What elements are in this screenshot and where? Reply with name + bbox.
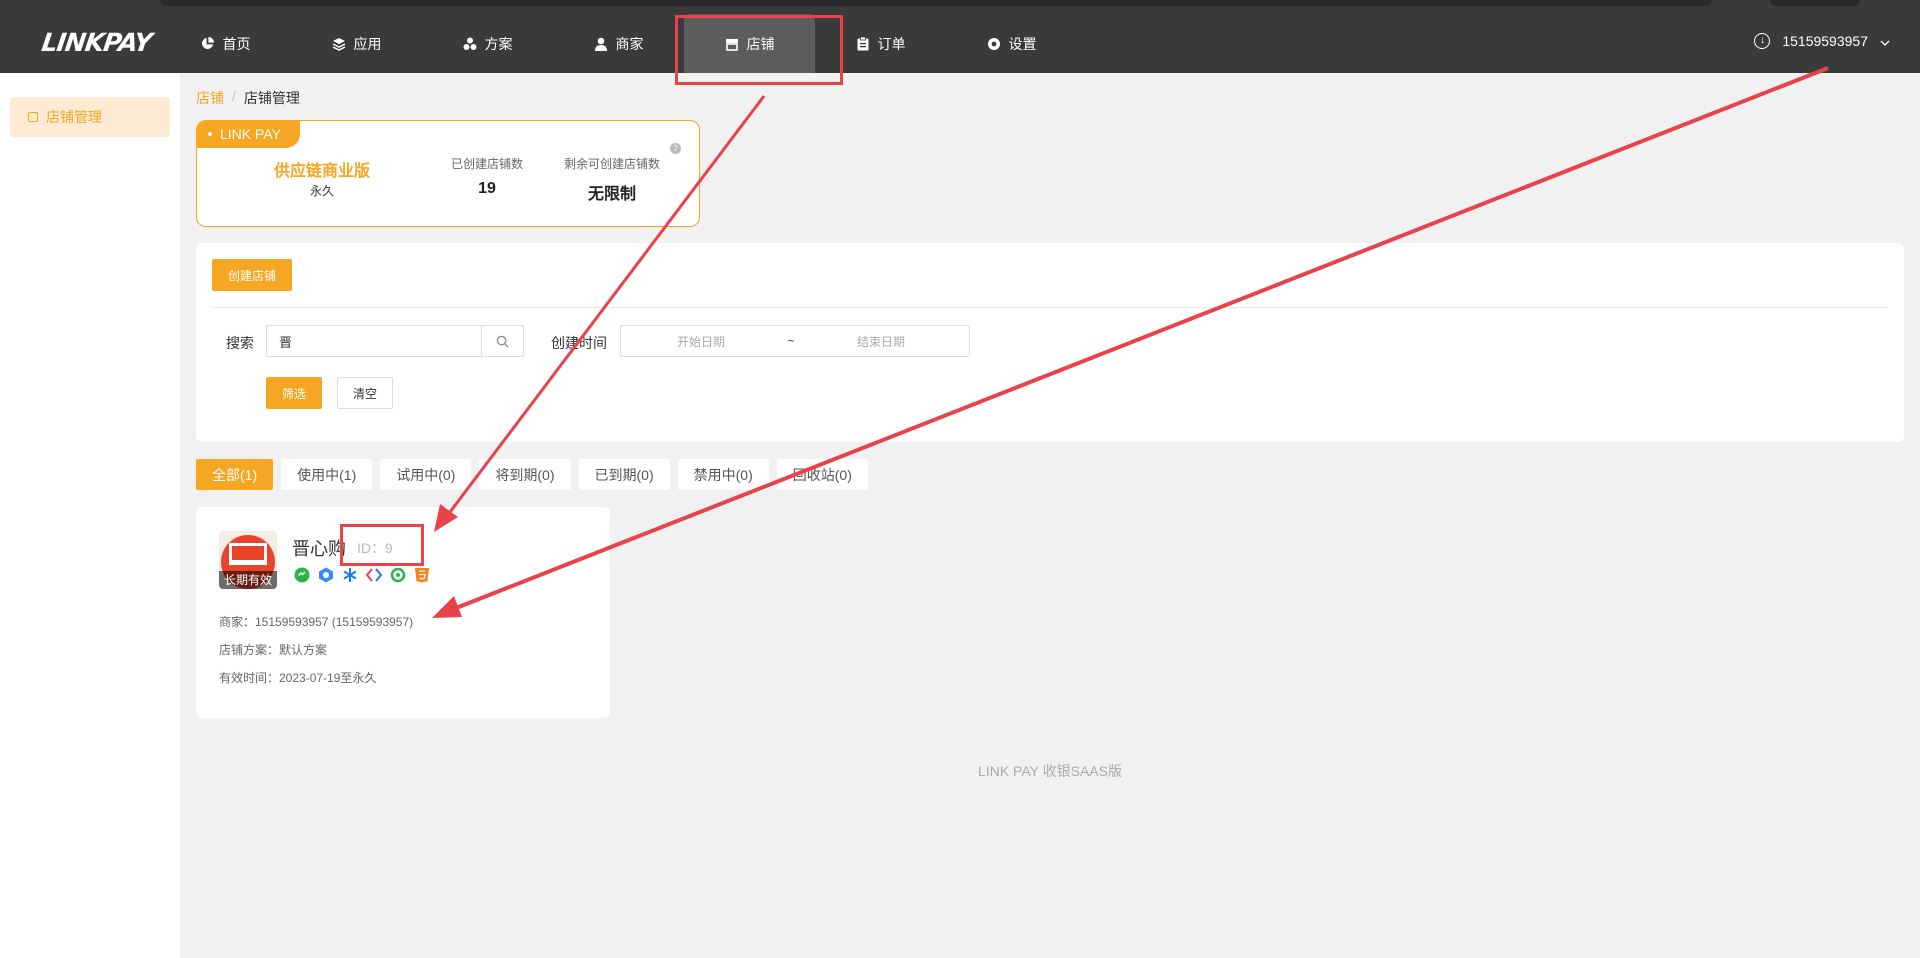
range-separator: ~ [787,334,795,348]
store-logo-glyph [229,543,267,565]
pie-chart-icon [201,37,215,51]
stat-remaining: 剩余可创建店铺数 无限制 [557,155,667,204]
license-badge-text: LINK PAY [220,126,281,142]
nav-item-plans[interactable]: 方案 [422,14,553,73]
license-badge: LINK PAY [197,121,300,148]
license-edition: 供应链商业版 [273,163,370,180]
user-icon [594,37,608,51]
tab-expired[interactable]: 已到期(0) [578,459,670,490]
filter-button[interactable]: 筛选 [266,377,322,409]
bullet-dot-icon [208,132,212,136]
help-icon[interactable]: ? [670,143,681,154]
nav-label: 设置 [1008,35,1037,52]
nodes-icon [463,37,477,51]
sidebar-item-label: 店铺管理 [46,109,102,125]
main-nav: 首页 应用 方案 商家 店铺 订单 设置 [160,14,1077,73]
browser-address-strip [160,0,1712,6]
breadcrumb-separator: / [232,88,236,104]
chevron-down-icon[interactable] [1880,33,1890,49]
nav-label: 订单 [877,35,906,52]
nav-item-apps[interactable]: 应用 [291,14,422,73]
status-tabs: 全部(1) 使用中(1) 试用中(0) 将到期(0) 已到期(0) 禁用中(0)… [196,459,868,490]
store-merchant: 商家：15159593957 (15159593957) [219,615,414,629]
store-name[interactable]: 晋心购 [292,535,346,561]
tab-expiring[interactable]: 将到期(0) [479,459,571,490]
search-icon[interactable] [481,326,523,356]
sidebar: 店铺管理 [0,73,180,958]
filter-panel: 创建店铺 搜索 创建时间 开始日期 ~ 结束日期 筛选 清空 [196,243,1904,442]
nav-item-merchants[interactable]: 商家 [553,14,684,73]
nav-item-settings[interactable]: 设置 [946,14,1077,73]
breadcrumb-current: 店铺管理 [243,90,300,106]
tab-recycle-bin[interactable]: 回收站(0) [776,459,868,490]
date-range-picker[interactable]: 开始日期 ~ 结束日期 [620,325,970,357]
end-date-input[interactable]: 结束日期 [801,333,961,350]
clear-button[interactable]: 清空 [337,377,393,409]
store-manage-icon [28,112,38,122]
download-icon[interactable]: ↓ [1754,33,1771,49]
nav-item-home[interactable]: 首页 [160,14,291,73]
nav-label: 应用 [353,35,382,52]
stat-remaining-label: 剩余可创建店铺数 [563,157,660,171]
validity-tag: 长期有效 [219,571,277,589]
license-card: LINK PAY 供应链商业版 永久 已创建店铺数 19 剩余可创建店铺数 无限… [196,120,700,227]
license-duration: 永久 [309,184,334,198]
divider [212,307,1888,308]
sidebar-item-store-management[interactable]: 店铺管理 [10,97,170,137]
breadcrumb: 店铺 / 店铺管理 [196,88,300,108]
code-icon [366,567,382,583]
store-plan: 店铺方案：默认方案 [219,643,328,657]
tab-disabled[interactable]: 禁用中(0) [677,459,769,490]
alipay-icon [342,567,358,583]
top-navbar: LINKPAY 首页 应用 方案 商家 店铺 订单 设置 ↓ 151595939… [0,0,1920,73]
nav-label: 商家 [615,35,644,52]
layers-icon [332,37,346,51]
stat-created: 已创建店铺数 19 [447,155,527,198]
search-field [266,325,524,357]
store-valid-time: 有效时间：2023-07-19至永久 [219,671,377,685]
tab-all[interactable]: 全部(1) [196,459,274,490]
stat-created-label: 已创建店铺数 [450,157,523,171]
footer-text: LINK PAY 收银SAAS版 [978,763,1122,779]
miniapp-icon [318,567,334,583]
create-store-button[interactable]: 创建店铺 [212,259,292,291]
breadcrumb-parent[interactable]: 店铺 [196,88,224,108]
annotation-box-id [340,524,424,566]
gear-icon [987,37,1001,51]
create-time-label: 创建时间 [551,335,607,351]
html5-icon [414,567,430,583]
search-input[interactable] [267,326,481,356]
clipboard-icon [856,36,870,51]
platform-icons [294,567,430,583]
logo[interactable]: LINKPAY [40,28,153,57]
annotation-box-nav [675,15,843,85]
tab-trial[interactable]: 试用中(0) [380,459,472,490]
search-label: 搜索 [226,335,254,351]
wechat-icon [294,567,310,583]
nav-label: 方案 [484,35,513,52]
stat-created-value: 19 [478,180,496,197]
start-date-input[interactable]: 开始日期 [621,333,781,350]
tab-in-use[interactable]: 使用中(1) [281,459,373,490]
browser-strip-right [1770,0,1860,6]
user-menu[interactable]: ↓ 15159593957 [1754,33,1890,49]
stat-remaining-value: 无限制 [587,186,636,203]
account-name[interactable]: 15159593957 [1782,33,1868,49]
store-avatar: 长期有效 [219,531,277,589]
leaf-icon [390,567,406,583]
nav-label: 首页 [222,35,251,52]
